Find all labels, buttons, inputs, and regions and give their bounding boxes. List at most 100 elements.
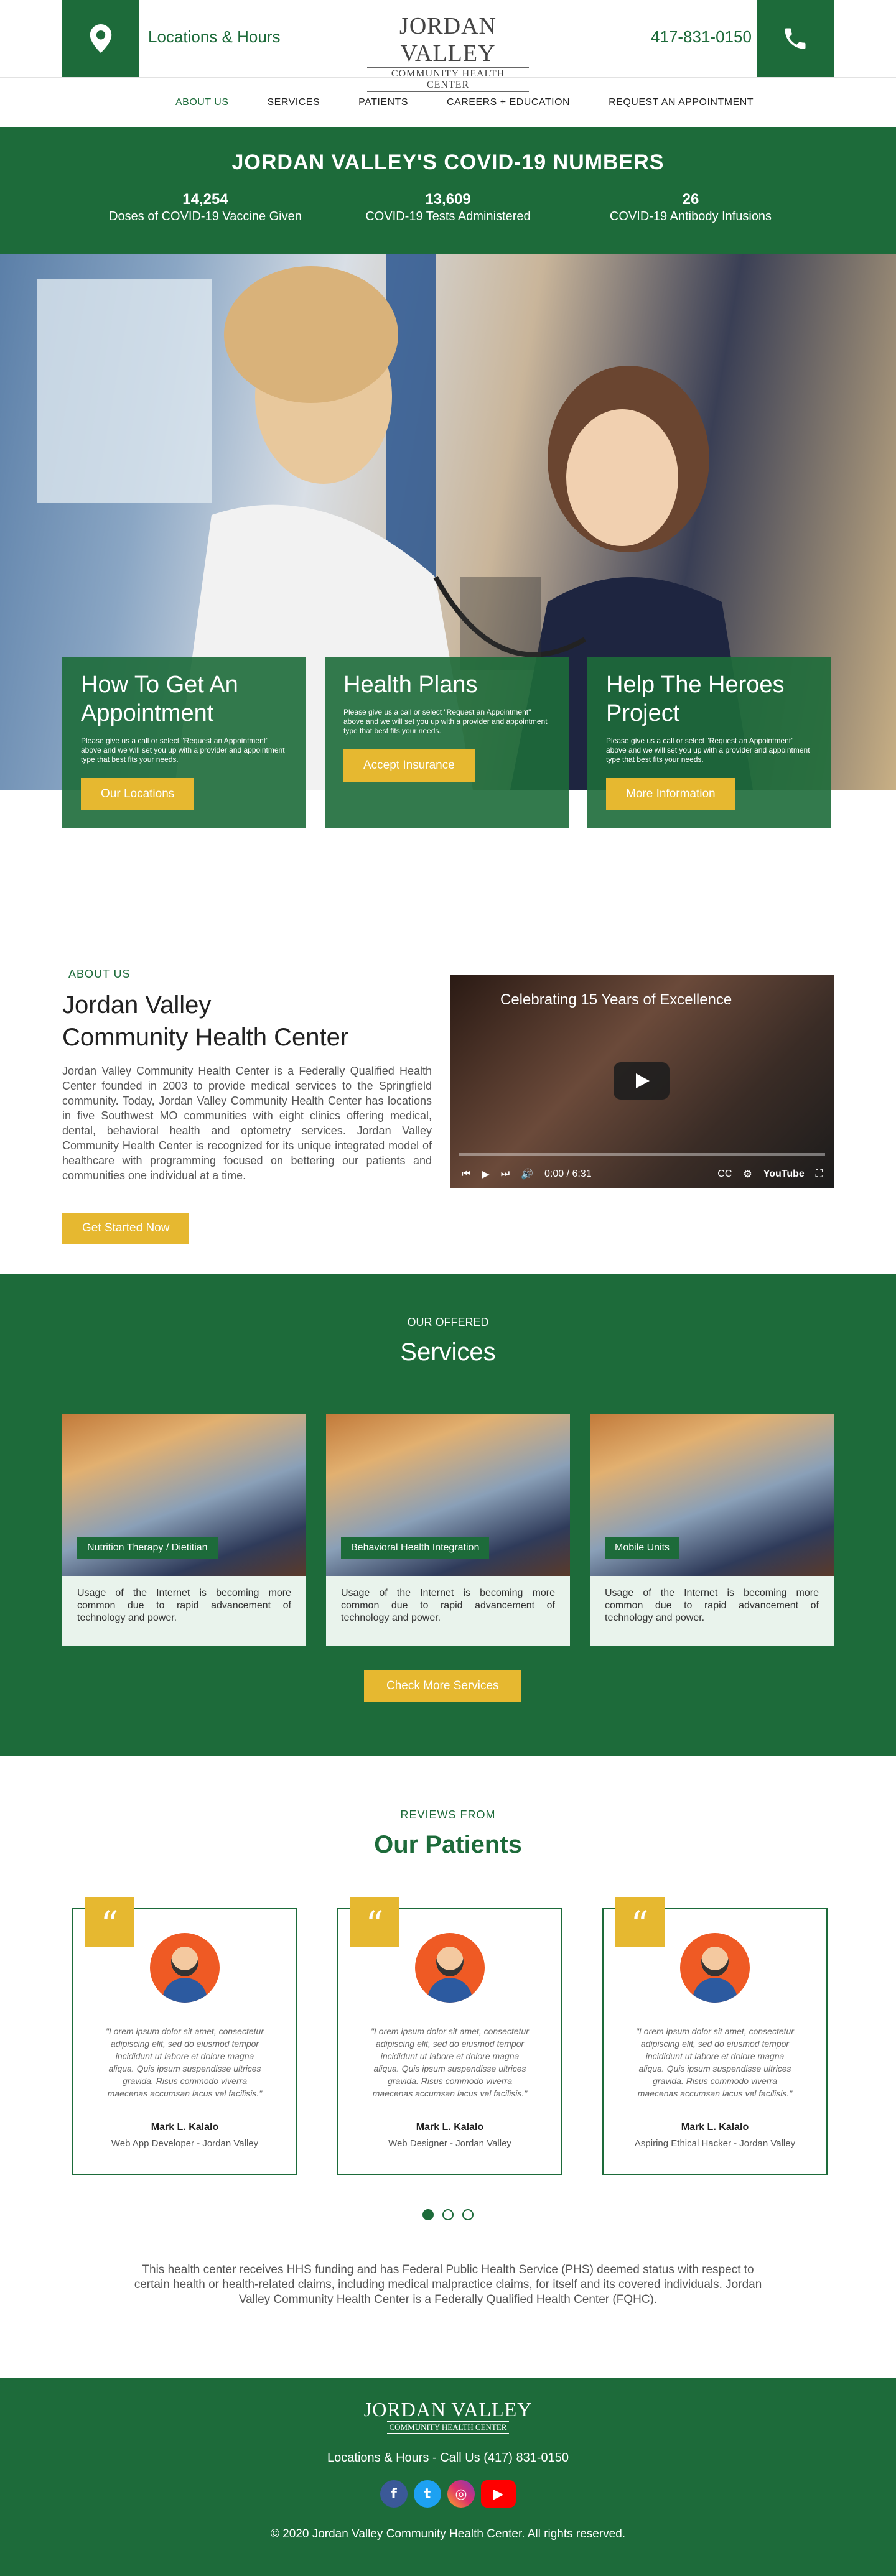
services-section: OUR OFFERED Services Nutrition Therapy /… xyxy=(0,1274,896,1756)
carousel-dots xyxy=(0,2209,896,2220)
logo-subtitle: COMMUNITY HEALTH CENTER xyxy=(367,67,529,92)
quote-icon: “ xyxy=(615,1897,665,1947)
review-cards: “ "Lorem ipsum dolor sit amet, consectet… xyxy=(72,1897,828,2175)
stat-value: 14,254 xyxy=(182,191,228,208)
footer-logo[interactable]: JORDAN VALLEY COMMUNITY HEALTH CENTER xyxy=(0,2378,896,2434)
reviewer-name: Mark L. Kalalo xyxy=(416,2122,484,2133)
our-locations-button[interactable]: Our Locations xyxy=(81,778,195,810)
phone-icon xyxy=(785,28,806,49)
about-body: Jordan Valley Community Health Center is… xyxy=(62,1065,432,1182)
nav-request-appointment[interactable]: REQUEST AN APPOINTMENT xyxy=(609,97,754,108)
nav-about-us[interactable]: ABOUT US xyxy=(175,97,229,108)
review-card: “ "Lorem ipsum dolor sit amet, consectet… xyxy=(72,1897,297,2175)
video-controls: ⏮ ▶ ⏭ 🔊 0:00 / 6:31 CC ⚙ YouTube ⛶ xyxy=(450,1161,834,1188)
services-cards: Nutrition Therapy / Dietitian Usage of t… xyxy=(62,1414,834,1646)
about-section: ABOUT US Jordan Valley Community Health … xyxy=(0,876,896,1274)
reviewer-role: Web App Developer - Jordan Valley xyxy=(111,2138,259,2149)
copyright-text: © 2020 Jordan Valley Community Health Ce… xyxy=(270,2527,626,2541)
review-card: “ "Lorem ipsum dolor sit amet, consectet… xyxy=(337,1897,562,2175)
covid-numbers-banner: JORDAN VALLEY'S COVID-19 NUMBERS 14,254 … xyxy=(0,127,896,254)
video-title: Celebrating 15 Years of Excellence xyxy=(500,991,732,1008)
card-title: Help The Heroes Project xyxy=(606,672,785,726)
appointment-card: How To Get An Appointment Please give us… xyxy=(62,657,306,828)
quote-icon: “ xyxy=(85,1897,134,1947)
hero-action-cards: How To Get An Appointment Please give us… xyxy=(62,657,831,828)
phone-link[interactable]: 417-831-0150 xyxy=(651,27,752,47)
review-quote: "Lorem ipsum dolor sit amet, consectetur… xyxy=(636,2026,794,2098)
stat-label: Doses of COVID-19 Vaccine Given xyxy=(109,210,302,223)
covid-stat-vaccines: 14,254 Doses of COVID-19 Vaccine Given xyxy=(84,191,327,224)
services-kicker: OUR OFFERED xyxy=(407,1316,489,1328)
phone-call-button[interactable] xyxy=(757,0,834,77)
footer-logo-title: JORDAN VALLEY xyxy=(363,2398,533,2421)
social-links: f t ◎ ▶ xyxy=(0,2480,896,2508)
video-progress-bar[interactable] xyxy=(459,1153,825,1156)
captions-icon[interactable]: CC xyxy=(717,1169,732,1180)
carousel-dot-1[interactable] xyxy=(422,2209,434,2220)
covid-stat-infusions: 26 COVID-19 Antibody Infusions xyxy=(569,191,812,224)
youtube-logo[interactable]: YouTube xyxy=(763,1169,805,1180)
service-card[interactable]: Behavioral Health Integration Usage of t… xyxy=(326,1414,570,1646)
reviewer-name: Mark L. Kalalo xyxy=(151,2122,219,2133)
skip-forward-icon[interactable]: ⏭ xyxy=(501,1169,510,1180)
service-text: Usage of the Internet is becoming more c… xyxy=(77,1588,291,1623)
about-title-line1: Jordan Valley xyxy=(62,991,212,1019)
reviews-title: Our Patients xyxy=(374,1831,522,1858)
reviewer-name: Mark L. Kalalo xyxy=(681,2122,749,2133)
settings-icon[interactable]: ⚙ xyxy=(743,1168,752,1180)
service-tag: Mobile Units xyxy=(605,1537,680,1559)
heroes-project-card: Help The Heroes Project Please give us a… xyxy=(587,657,831,828)
nav-services[interactable]: SERVICES xyxy=(268,97,320,108)
video-time: 0:00 / 6:31 xyxy=(544,1169,592,1179)
about-title-line2: Community Health Center xyxy=(62,1024,349,1051)
footer-links[interactable]: Locations & Hours - Call Us (417) 831-01… xyxy=(0,2451,896,2465)
card-title: Health Plans xyxy=(343,672,478,698)
fullscreen-icon[interactable]: ⛶ xyxy=(816,1169,823,1180)
quote-icon: “ xyxy=(350,1897,399,1947)
site-footer: JORDAN VALLEY COMMUNITY HEALTH CENTER Lo… xyxy=(0,2378,896,2576)
card-text: Please give us a call or select "Request… xyxy=(606,736,810,764)
nav-patients[interactable]: PATIENTS xyxy=(358,97,408,108)
card-title: How To Get An Appointment xyxy=(81,672,238,726)
footer-logo-subtitle: COMMUNITY HEALTH CENTER xyxy=(386,2421,510,2434)
services-title: Services xyxy=(400,1338,496,1366)
youtube-icon[interactable]: ▶ xyxy=(481,2480,516,2508)
covid-title: JORDAN VALLEY'S COVID-19 NUMBERS xyxy=(231,151,665,174)
stat-label: COVID-19 Antibody Infusions xyxy=(609,210,772,223)
about-kicker: ABOUT US xyxy=(68,968,131,980)
carousel-dot-2[interactable] xyxy=(442,2209,454,2220)
play-icon[interactable]: ▶ xyxy=(482,1168,489,1180)
map-pin-icon xyxy=(90,24,112,53)
volume-icon[interactable]: 🔊 xyxy=(521,1168,533,1180)
covid-stat-tests: 13,609 COVID-19 Tests Administered xyxy=(327,191,569,224)
covid-stats: 14,254 Doses of COVID-19 Vaccine Given 1… xyxy=(0,191,896,224)
avatar xyxy=(150,1933,220,2003)
instagram-icon[interactable]: ◎ xyxy=(447,2480,475,2508)
site-logo[interactable]: JORDAN VALLEY COMMUNITY HEALTH CENTER xyxy=(367,12,529,92)
stat-value: 13,609 xyxy=(425,191,471,208)
youtube-video-player[interactable]: Celebrating 15 Years of Excellence ⏮ ▶ ⏭… xyxy=(450,975,834,1188)
accept-insurance-button[interactable]: Accept Insurance xyxy=(343,749,475,782)
service-card[interactable]: Nutrition Therapy / Dietitian Usage of t… xyxy=(62,1414,306,1646)
location-pin-button[interactable] xyxy=(62,0,139,77)
service-card[interactable]: Mobile Units Usage of the Internet is be… xyxy=(590,1414,834,1646)
check-more-services-button[interactable]: Check More Services xyxy=(364,1670,521,1702)
card-text: Please give us a call or select "Request… xyxy=(343,708,548,735)
more-information-button[interactable]: More Information xyxy=(606,778,735,810)
nav-careers-education[interactable]: CAREERS + EDUCATION xyxy=(447,97,570,108)
locations-hours-link[interactable]: Locations & Hours xyxy=(148,27,280,47)
twitter-icon[interactable]: t xyxy=(414,2480,441,2508)
about-title: Jordan Valley Community Health Center xyxy=(62,989,348,1054)
review-quote: "Lorem ipsum dolor sit amet, consectetur… xyxy=(371,2026,529,2098)
reviewer-role: Web Designer - Jordan Valley xyxy=(388,2138,511,2149)
play-button[interactable] xyxy=(614,1062,670,1100)
hhs-funding-notice: This health center receives HHS funding … xyxy=(134,2263,762,2306)
hero-section: How To Get An Appointment Please give us… xyxy=(0,254,896,876)
carousel-dot-3[interactable] xyxy=(462,2209,474,2220)
health-plans-card: Health Plans Please give us a call or se… xyxy=(325,657,569,828)
facebook-icon[interactable]: f xyxy=(380,2480,408,2508)
service-text: Usage of the Internet is becoming more c… xyxy=(605,1588,819,1623)
skip-back-icon[interactable]: ⏮ xyxy=(462,1169,470,1180)
reviews-kicker: REVIEWS FROM xyxy=(400,1809,496,1821)
get-started-button[interactable]: Get Started Now xyxy=(62,1213,190,1244)
